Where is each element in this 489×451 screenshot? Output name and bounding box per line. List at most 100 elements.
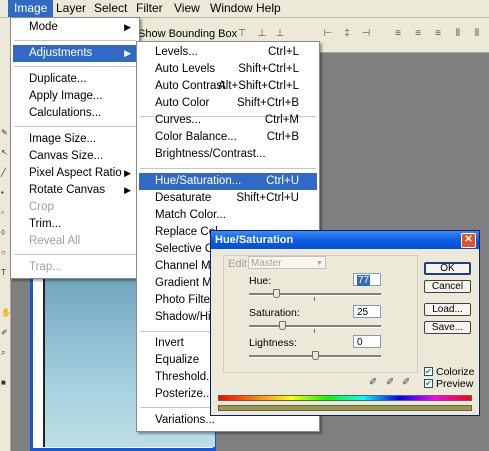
align-right-icon[interactable]: ⊣ bbox=[360, 28, 372, 42]
menu-item-label: Equalize bbox=[155, 354, 200, 366]
submenu-arrow-icon: ▶ bbox=[124, 168, 131, 178]
menu-item-label: Trim... bbox=[29, 218, 62, 230]
menu-item-mode[interactable]: Mode ▶ bbox=[13, 19, 137, 36]
menu-item-label: Match Color... bbox=[155, 209, 226, 221]
menu-item-desaturate[interactable]: Desaturate Shift+Ctrl+U bbox=[139, 190, 317, 207]
lightness-input[interactable]: 0 bbox=[353, 335, 381, 348]
menu-item-calculations[interactable]: Calculations... bbox=[13, 105, 137, 122]
saturation-slider-track[interactable] bbox=[249, 325, 381, 328]
align-left-icon[interactable]: ⊢ bbox=[322, 28, 334, 42]
zoom-tool-icon[interactable]: ⌕ bbox=[1, 348, 9, 358]
preview-label: Preview bbox=[436, 378, 474, 390]
menu-item-shortcut: Shift+Ctrl+L bbox=[238, 63, 299, 75]
menu-item-canvas-size[interactable]: Canvas Size... bbox=[13, 148, 137, 165]
saturation-label: Saturation: bbox=[249, 307, 300, 319]
cancel-button[interactable]: Cancel bbox=[424, 280, 471, 293]
menu-item-shortcut: Ctrl+M bbox=[264, 114, 299, 126]
eraser-tool-icon[interactable]: ▫ bbox=[1, 208, 9, 218]
align-bottom-icon[interactable]: ⊥ bbox=[274, 28, 286, 42]
submenu-arrow-icon: ▶ bbox=[124, 22, 131, 32]
eyedropper-icon[interactable]: ✐ bbox=[369, 377, 380, 388]
menu-item-auto-levels[interactable]: Auto Levels Shift+Ctrl+L bbox=[139, 61, 317, 78]
distribute-middle-icon[interactable]: ≡ bbox=[412, 28, 424, 42]
eyedropper-plus-icon[interactable]: ✐ bbox=[386, 377, 397, 388]
menu-item-label: Canvas Size... bbox=[29, 150, 104, 162]
menu-item-label: Image Size... bbox=[29, 133, 97, 145]
lightness-input-value: 0 bbox=[357, 337, 363, 348]
distribute-left-icon[interactable]: ⦀ bbox=[452, 28, 464, 42]
menu-item-curves[interactable]: Curves... Ctrl+M bbox=[139, 112, 317, 129]
edit-select-value: Master bbox=[251, 258, 282, 269]
path-tool-icon[interactable]: ↖ bbox=[1, 148, 9, 158]
eyedropper-tool-icon[interactable]: ✐ bbox=[1, 328, 9, 338]
menu-select[interactable]: Select bbox=[88, 0, 133, 17]
dialog-title: Hue/Saturation bbox=[215, 234, 294, 246]
pen-tool-icon[interactable]: ✎ bbox=[1, 128, 9, 138]
menu-item-image-size[interactable]: Image Size... bbox=[13, 131, 137, 148]
menu-layer[interactable]: Layer bbox=[50, 0, 92, 17]
menu-item-label: Gradient Ma bbox=[155, 277, 219, 289]
colorize-label: Colorize bbox=[436, 366, 475, 378]
menu-item-auto-color[interactable]: Auto Color Shift+Ctrl+B bbox=[139, 95, 317, 112]
menu-item-brightness-contrast[interactable]: Brightness/Contrast... bbox=[139, 146, 317, 163]
show-bounding-box-label[interactable]: Show Bounding Box bbox=[138, 28, 237, 40]
menu-view[interactable]: View bbox=[168, 0, 206, 17]
brush-tool-icon[interactable]: ╱ bbox=[1, 168, 9, 178]
menu-item-trim[interactable]: Trim... bbox=[13, 216, 137, 233]
menu-item-shortcut: Alt+Shift+Ctrl+L bbox=[218, 80, 299, 92]
menu-item-label: Mode bbox=[29, 21, 58, 33]
menu-item-reveal-all: Reveal All bbox=[13, 233, 137, 250]
hue-slider-track[interactable] bbox=[249, 293, 381, 296]
menu-item-label: Posterize... bbox=[155, 388, 213, 400]
distribute-center-icon[interactable]: ⦀ bbox=[471, 28, 483, 42]
hue-slider-thumb[interactable] bbox=[273, 289, 280, 298]
dodge-tool-icon[interactable]: ○ bbox=[1, 248, 9, 258]
menu-item-label: Hue/Saturation... bbox=[155, 175, 242, 187]
saturation-input-value: 25 bbox=[357, 307, 369, 318]
hue-input[interactable]: 77 bbox=[353, 273, 381, 286]
hue-spectrum-bar bbox=[218, 395, 472, 401]
menu-item-duplicate[interactable]: Duplicate... bbox=[13, 71, 137, 88]
menu-item-label: Threshold... bbox=[155, 371, 216, 383]
distribute-bottom-icon[interactable]: ≡ bbox=[432, 28, 444, 42]
preview-checkbox[interactable]: ✔ bbox=[424, 379, 433, 388]
menu-item-color-balance[interactable]: Color Balance... Ctrl+B bbox=[139, 129, 317, 146]
menu-item-rotate-canvas[interactable]: Rotate Canvas ▶ bbox=[13, 182, 137, 199]
menu-item-label: Auto Levels bbox=[155, 63, 216, 75]
menu-help[interactable]: Help bbox=[250, 0, 287, 17]
menu-separator bbox=[14, 66, 136, 67]
color-swatch-icon[interactable]: ■ bbox=[1, 378, 9, 388]
saturation-input[interactable]: 25 bbox=[353, 305, 381, 318]
colorize-checkbox[interactable]: ✔ bbox=[424, 367, 433, 376]
menu-item-levels[interactable]: Levels... Ctrl+L bbox=[139, 44, 317, 61]
menu-item-pixel-aspect-ratio[interactable]: Pixel Aspect Ratio ▶ bbox=[13, 165, 137, 182]
distribute-top-icon[interactable]: ≡ bbox=[392, 28, 404, 42]
menu-item-auto-contrast[interactable]: Auto Contrast Alt+Shift+Ctrl+L bbox=[139, 78, 317, 95]
menu-separator bbox=[14, 254, 136, 255]
menu-item-hue-saturation[interactable]: Hue/Saturation... Ctrl+U bbox=[139, 173, 317, 190]
image-menu: Mode ▶ Adjustments ▶ Duplicate... Apply Im… bbox=[10, 17, 140, 279]
close-icon[interactable]: ✕ bbox=[461, 233, 476, 248]
stamp-tool-icon[interactable]: ▪ bbox=[1, 188, 9, 198]
menu-item-match-color[interactable]: Match Color... bbox=[139, 207, 317, 224]
align-center-icon[interactable]: ‡ bbox=[341, 28, 353, 42]
lightness-slider-thumb[interactable] bbox=[312, 351, 319, 360]
eyedropper-minus-icon[interactable]: ✐ bbox=[402, 377, 413, 388]
dialog-title-bar[interactable]: Hue/Saturation ✕ bbox=[211, 231, 479, 249]
menu-item-shortcut: Ctrl+U bbox=[266, 175, 299, 187]
hand-tool-icon[interactable]: ✋ bbox=[1, 308, 11, 318]
menu-item-adjustments[interactable]: Adjustments ▶ bbox=[13, 45, 137, 62]
save-button[interactable]: Save... bbox=[424, 321, 471, 334]
menu-item-shortcut: Ctrl+L bbox=[268, 46, 299, 58]
menu-item-label: Crop bbox=[29, 201, 54, 213]
type-tool-icon[interactable]: T bbox=[1, 268, 9, 278]
menu-filter[interactable]: Filter bbox=[130, 0, 169, 17]
blur-tool-icon[interactable]: ◊ bbox=[1, 228, 9, 238]
align-middle-icon[interactable]: ⊥ bbox=[256, 28, 268, 42]
ok-button[interactable]: OK bbox=[424, 262, 471, 275]
align-top-icon[interactable]: ⊤ bbox=[236, 28, 248, 42]
menu-item-apply-image[interactable]: Apply Image... bbox=[13, 88, 137, 105]
saturation-slider-thumb[interactable] bbox=[279, 321, 286, 330]
menu-image[interactable]: Image bbox=[8, 0, 54, 17]
load-button[interactable]: Load... bbox=[424, 303, 471, 316]
